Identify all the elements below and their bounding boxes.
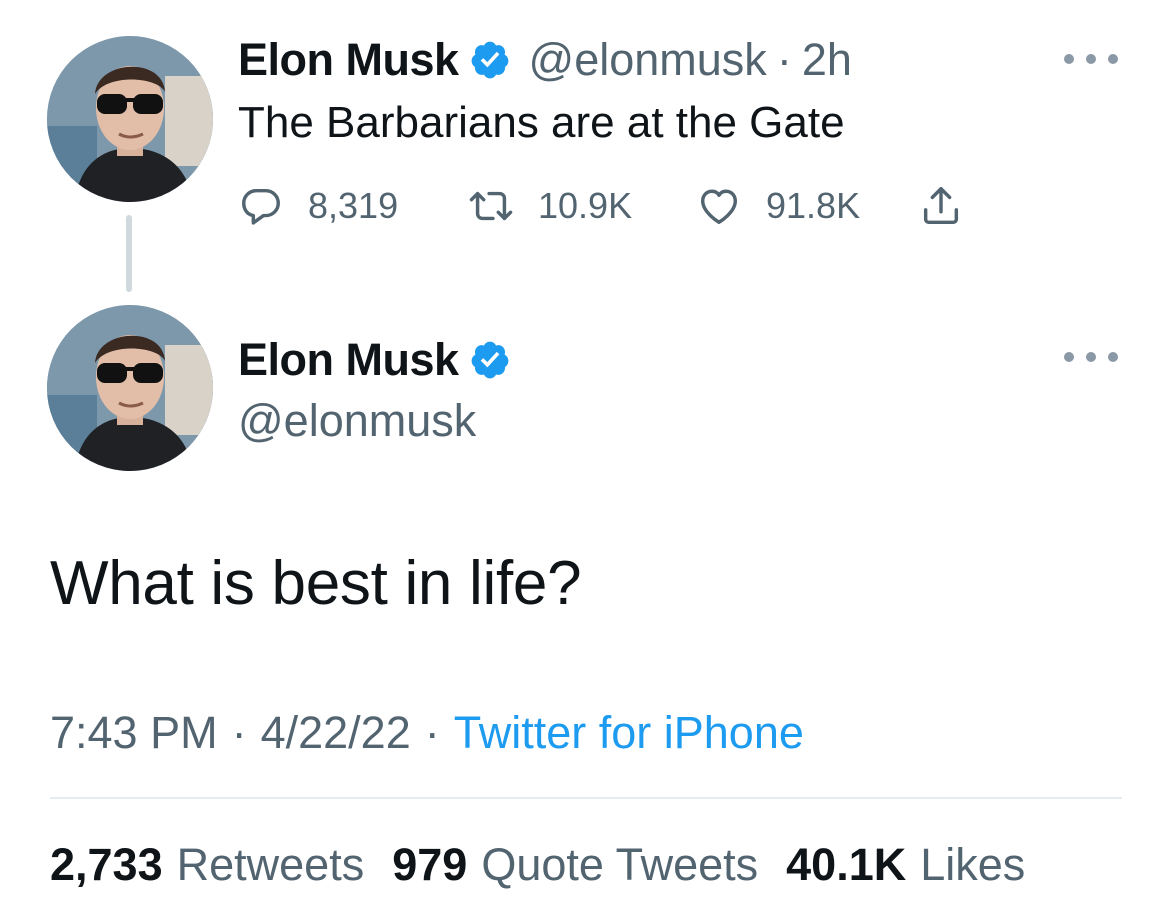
more-options-icon[interactable] (1064, 350, 1118, 364)
quote-tweets-count: 979 (392, 839, 468, 890)
tweet-meta: 7:43 PM · 4/22/22 · Twitter for iPhone (50, 703, 804, 763)
likes-count: 40.1K (786, 839, 907, 890)
divider (50, 797, 1122, 799)
verified-badge-icon (471, 341, 508, 379)
separator-dot: · (424, 707, 440, 758)
parent-tweet-header: Elon Musk @elonmusk · 2h (238, 30, 852, 90)
separator-dot: · (231, 707, 247, 758)
retweet-count: 10.9K (538, 185, 633, 226)
main-tweet-header: Elon Musk (238, 330, 511, 390)
thread-connector-line (126, 215, 132, 292)
likes-label: Likes (920, 839, 1026, 890)
share-icon (923, 187, 959, 225)
retweets-label: Retweets (176, 839, 365, 890)
tweet-time-ago[interactable]: 2h (802, 34, 852, 86)
more-options-icon[interactable] (1064, 52, 1118, 66)
avatar[interactable] (47, 305, 213, 471)
quote-tweets-label: Quote Tweets (481, 839, 759, 890)
tweet-time[interactable]: 7:43 PM (50, 707, 218, 759)
retweets-count: 2,733 (50, 839, 163, 890)
author-handle[interactable]: @elonmusk (529, 34, 767, 86)
tweet-stats: 2,733 Retweets 979 Quote Tweets 40.1K Likes (50, 835, 1025, 895)
author-name[interactable]: Elon Musk (238, 334, 459, 386)
separator-dot: · (776, 34, 792, 85)
parent-tweet-text: The Barbarians are at the Gate (238, 98, 845, 147)
retweet-button[interactable]: 10.9K (468, 183, 696, 229)
retweets-stat[interactable]: 2,733 Retweets (50, 839, 364, 891)
reply-button[interactable]: 8,319 (238, 183, 468, 229)
reply-count: 8,319 (308, 185, 399, 226)
like-button[interactable]: 91.8K (696, 183, 918, 229)
verified-badge-icon (471, 41, 508, 79)
tweet-source-link[interactable]: Twitter for iPhone (454, 707, 804, 759)
avatar[interactable] (47, 36, 213, 202)
author-name[interactable]: Elon Musk (238, 34, 459, 86)
tweet-date[interactable]: 4/22/22 (261, 707, 411, 759)
reply-icon (242, 188, 280, 225)
like-count: 91.8K (766, 185, 861, 226)
main-tweet-text: What is best in life? (50, 549, 582, 618)
likes-stat[interactable]: 40.1K Likes (786, 839, 1025, 891)
quote-tweets-stat[interactable]: 979 Quote Tweets (392, 839, 758, 891)
heart-icon (700, 189, 738, 225)
share-button[interactable] (918, 183, 964, 229)
tweet-actions: 8,319 10.9K 91.8K (238, 178, 964, 234)
author-handle[interactable]: @elonmusk (238, 395, 476, 447)
retweet-icon (469, 191, 513, 221)
